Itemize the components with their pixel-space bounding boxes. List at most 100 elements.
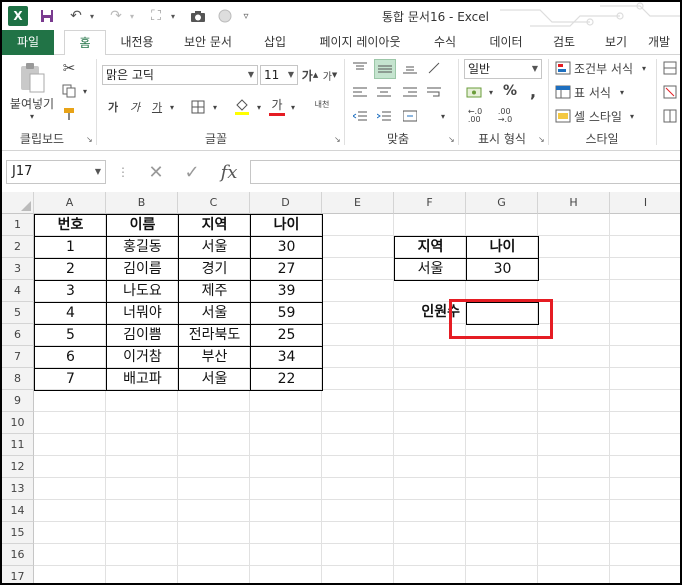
align-left-icon[interactable] (350, 83, 370, 101)
align-middle-icon[interactable] (374, 59, 396, 79)
grid-cell[interactable] (178, 522, 250, 544)
row-header-14[interactable]: 14 (2, 500, 34, 522)
merge-center-icon[interactable] (400, 107, 420, 125)
grid-cell[interactable] (610, 324, 680, 346)
tab-data[interactable]: 데이터 (480, 30, 532, 55)
align-bottom-icon[interactable] (400, 59, 420, 77)
grid-cell[interactable] (322, 522, 394, 544)
grid-cell[interactable] (322, 236, 394, 258)
row-header-3[interactable]: 3 (2, 258, 34, 280)
grid-cell[interactable] (106, 390, 178, 412)
column-header-F[interactable]: F (394, 192, 466, 214)
grid-cell[interactable] (466, 214, 538, 236)
grid-cell[interactable] (322, 478, 394, 500)
paste-icon[interactable] (14, 61, 50, 95)
grid-cell[interactable] (106, 478, 178, 500)
grid-cell[interactable] (322, 544, 394, 566)
grid-cell[interactable] (610, 456, 680, 478)
align-top-icon[interactable] (350, 59, 370, 77)
table-header-cell[interactable]: 나이 (250, 214, 323, 237)
grid-cell[interactable] (178, 434, 250, 456)
row-header-11[interactable]: 11 (2, 434, 34, 456)
table-cell[interactable]: 나도요 (106, 280, 179, 303)
grid-cell[interactable] (322, 412, 394, 434)
tab-security-document[interactable]: 보안 문서 (174, 30, 242, 55)
comma-style-button[interactable]: , (524, 81, 542, 101)
row-header-5[interactable]: 5 (2, 302, 34, 324)
tab-insert[interactable]: 삽입 (254, 30, 296, 55)
grid-cell[interactable] (610, 522, 680, 544)
grid-cell[interactable] (322, 390, 394, 412)
paste-button[interactable]: 붙여넣기 (6, 95, 58, 111)
table-cell[interactable]: 서울 (178, 368, 251, 391)
table-cell[interactable]: 배고파 (106, 368, 179, 391)
grid-cell[interactable] (610, 412, 680, 434)
grid-cell[interactable] (322, 302, 394, 324)
grid-cell[interactable] (106, 522, 178, 544)
align-center-icon[interactable] (374, 83, 394, 101)
row-header-15[interactable]: 15 (2, 522, 34, 544)
grid-cell[interactable] (322, 500, 394, 522)
merge-dropdown-icon[interactable]: ▾ (438, 107, 448, 125)
column-header-C[interactable]: C (178, 192, 250, 214)
increase-font-size-icon[interactable]: 가 ▲ (302, 65, 318, 85)
table-cell[interactable]: 1 (34, 236, 107, 259)
grid-cell[interactable] (106, 412, 178, 434)
confirm-entry-icon[interactable]: ✓ (180, 160, 204, 184)
number-dialog-launcher-icon[interactable]: ↘ (538, 135, 545, 144)
grid-cell[interactable] (538, 236, 610, 258)
grid-cell[interactable] (322, 456, 394, 478)
grid-cell[interactable] (538, 544, 610, 566)
increase-decimal-icon[interactable]: ←.0.00 (464, 107, 486, 125)
table-cell[interactable]: 부산 (178, 346, 251, 369)
table-cell[interactable]: 25 (250, 324, 323, 347)
grid-cell[interactable] (34, 412, 106, 434)
alignment-dialog-launcher-icon[interactable]: ↘ (448, 135, 455, 144)
grid-cell[interactable] (394, 214, 466, 236)
camera-icon[interactable] (188, 7, 208, 25)
conditional-dropdown-icon[interactable]: ▾ (640, 59, 648, 77)
more-dropdown-icon[interactable]: ▾ (168, 7, 178, 25)
table-cell[interactable]: 27 (250, 258, 323, 281)
grid-cell[interactable] (34, 456, 106, 478)
cancel-entry-icon[interactable]: ✕ (144, 160, 168, 184)
grid-cell[interactable] (610, 500, 680, 522)
table-cell[interactable]: 서울 (178, 236, 251, 259)
row-header-6[interactable]: 6 (2, 324, 34, 346)
borders-icon[interactable] (188, 97, 208, 117)
grid-cell[interactable] (538, 478, 610, 500)
row-header-16[interactable]: 16 (2, 544, 34, 566)
criteria-header-age[interactable]: 나이 (466, 236, 539, 259)
number-format-select[interactable]: 일반 ▼ (464, 59, 542, 79)
formula-input[interactable] (250, 160, 680, 184)
grid-cell[interactable] (610, 346, 680, 368)
column-header-A[interactable]: A (34, 192, 106, 214)
grid-cell[interactable] (178, 566, 250, 583)
grid-cell[interactable] (322, 346, 394, 368)
grid-cell[interactable] (466, 390, 538, 412)
grid-cell[interactable] (178, 478, 250, 500)
grid-cell[interactable] (466, 368, 538, 390)
grid-cell[interactable] (394, 566, 466, 583)
tab-developer[interactable]: 개발 (648, 30, 680, 55)
grid-cell[interactable] (250, 390, 322, 412)
grid-cell[interactable] (394, 478, 466, 500)
grid-cell[interactable] (178, 544, 250, 566)
format-as-table-dropdown-icon[interactable]: ▾ (618, 83, 626, 101)
accounting-dropdown-icon[interactable]: ▾ (486, 83, 496, 101)
decrease-indent-icon[interactable] (350, 107, 370, 125)
grid-cell[interactable] (394, 412, 466, 434)
select-objects-icon[interactable]: ⛶ (146, 7, 166, 25)
undo-icon[interactable]: ↶ (66, 7, 86, 25)
grid-cell[interactable] (394, 346, 466, 368)
column-header-E[interactable]: E (322, 192, 394, 214)
grid-cell[interactable] (466, 478, 538, 500)
phonetic-guide-button[interactable]: 내천 (308, 93, 336, 115)
table-cell[interactable]: 22 (250, 368, 323, 391)
grid-cell[interactable] (250, 500, 322, 522)
grid-cell[interactable] (106, 456, 178, 478)
clipboard-dialog-launcher-icon[interactable]: ↘ (86, 135, 93, 144)
grid-cell[interactable] (106, 566, 178, 583)
table-cell[interactable]: 너뭐야 (106, 302, 179, 325)
grid-cell[interactable] (610, 390, 680, 412)
